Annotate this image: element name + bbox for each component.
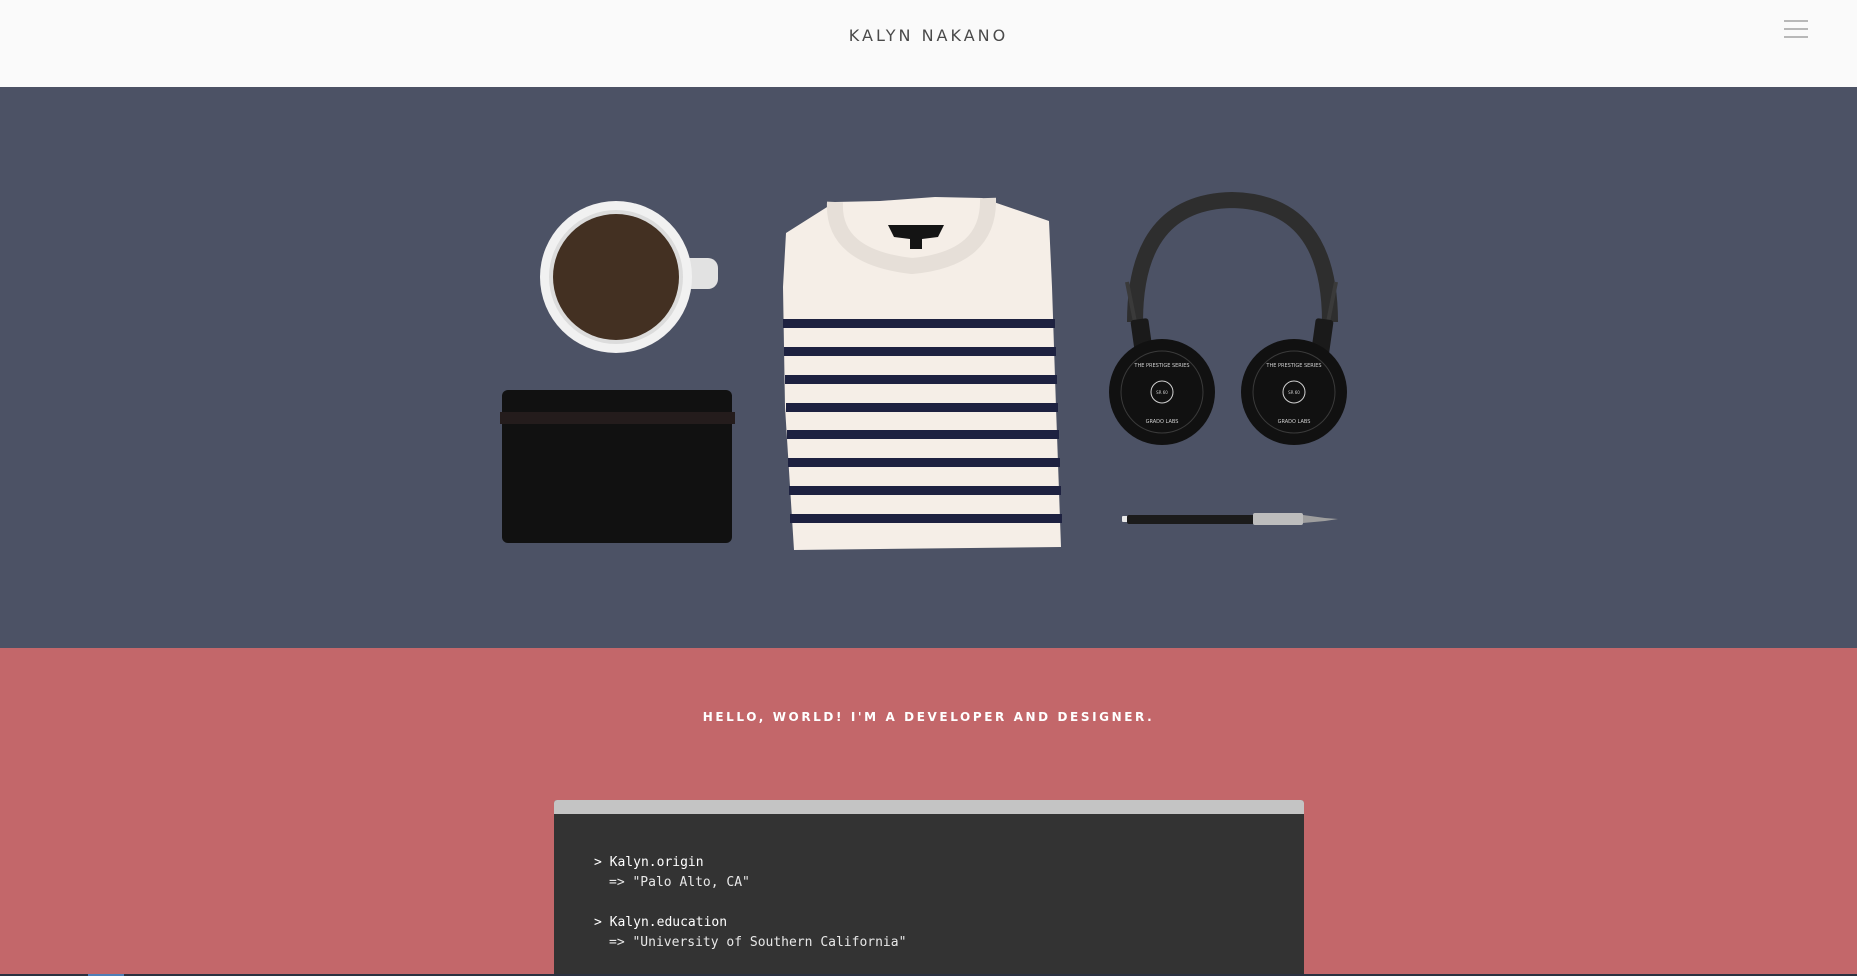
coffee-cup-icon [540, 201, 718, 353]
svg-text:SR 60: SR 60 [1156, 390, 1168, 395]
terminal-prompt-line: > Kalyn.origin [594, 855, 704, 870]
svg-text:GRADO LABS: GRADO LABS [1146, 419, 1179, 425]
terminal-result-line: => "University of Southern California" [609, 935, 907, 950]
hamburger-menu-icon[interactable] [1784, 17, 1808, 41]
intro-heading: HELLO, WORLD! I'M A DEVELOPER AND DESIGN… [702, 710, 1155, 724]
terminal-prompt-line: > Kalyn.education [594, 915, 728, 930]
svg-text:THE PRESTIGE SERIES: THE PRESTIGE SERIES [1133, 363, 1189, 369]
terminal-title-bar [554, 800, 1304, 814]
site-title[interactable]: KALYN NAKANO [0, 26, 1857, 45]
wallet-icon [500, 390, 735, 543]
intro-section: HELLO, WORLD! I'M A DEVELOPER AND DESIGN… [0, 648, 1857, 975]
svg-text:SR 60: SR 60 [1288, 390, 1300, 395]
svg-text:GRADO LABS: GRADO LABS [1278, 419, 1311, 425]
pencil-icon [1122, 513, 1338, 525]
hero-illustration: THE PRESTIGE SERIES GRADO LABS SR 60 THE… [0, 87, 1857, 648]
striped-shirt-icon [783, 197, 1062, 550]
headphones-icon: THE PRESTIGE SERIES GRADO LABS SR 60 THE… [1109, 191, 1347, 445]
terminal-window: > Kalyn.origin => "Palo Alto, CA" > Kaly… [554, 800, 1304, 975]
svg-text:THE PRESTIGE SERIES: THE PRESTIGE SERIES [1265, 363, 1321, 369]
terminal-result-line: => "Palo Alto, CA" [609, 875, 750, 890]
site-header: KALYN NAKANO [0, 0, 1857, 87]
